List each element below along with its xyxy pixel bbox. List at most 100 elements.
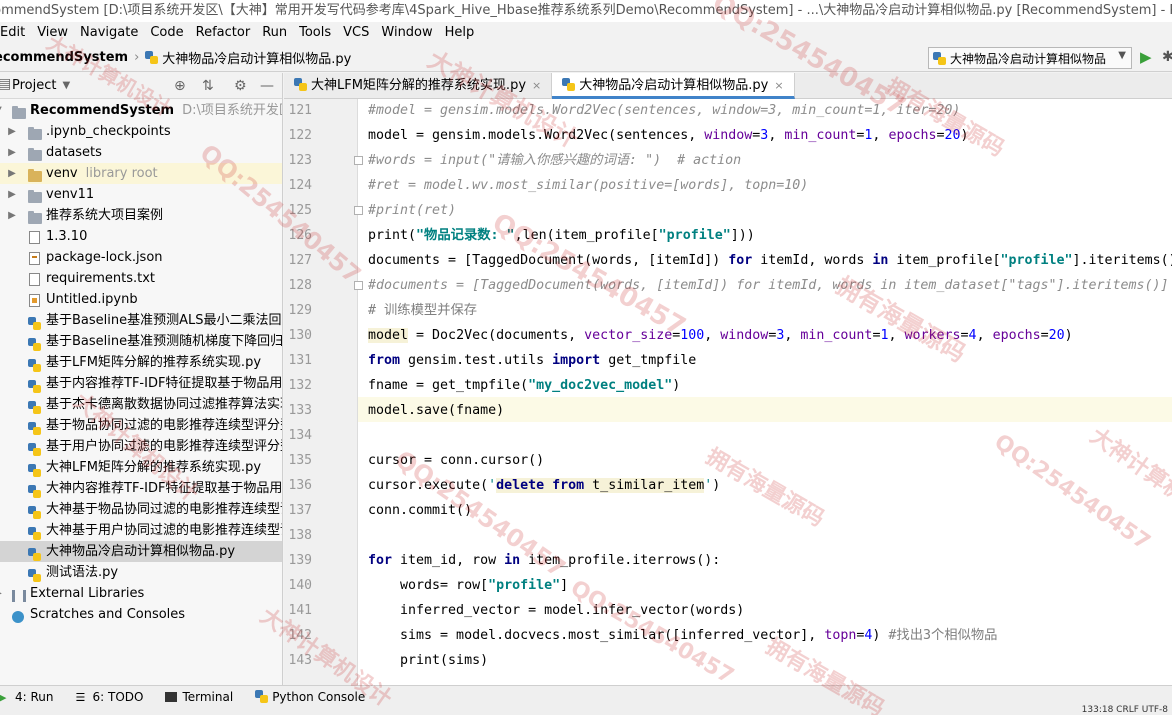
chevron-right-icon[interactable]: ▶ — [6, 184, 18, 205]
fold-marker-icon[interactable] — [354, 206, 363, 215]
tree-item[interactable]: ▶ External Libraries — [0, 583, 282, 604]
run-icon[interactable]: ▶ — [1140, 49, 1156, 65]
chevron-right-icon[interactable]: ▶ — [0, 583, 4, 604]
code-line[interactable]: #words = input("请输入你感兴趣的词语: ") # action — [368, 148, 741, 173]
chevron-down-icon[interactable]: ▼ — [62, 80, 70, 91]
fold-marker-icon[interactable] — [354, 281, 363, 290]
tool-run[interactable]: ▶ 4: Run — [0, 690, 54, 704]
tool-terminal[interactable]: Terminal — [165, 690, 233, 704]
fold-marker-icon[interactable] — [354, 156, 363, 165]
notebook-file-icon — [28, 293, 42, 307]
tree-item[interactable]: 基于Baseline基准预测随机梯度下降回归模型 — [0, 331, 282, 352]
code-token: 20 — [944, 128, 961, 143]
folder-icon — [28, 125, 42, 140]
tree-item[interactable]: 1.3.10 — [0, 226, 282, 247]
code-line[interactable]: fname = get_tmpfile("my_doc2vec_model") — [368, 373, 680, 398]
tree-item-name: 基于杰卡德离散数据协同过滤推荐算法实现.p — [46, 397, 283, 412]
tree-item[interactable]: 大神物品冷启动计算相似物品.py — [0, 541, 282, 562]
code-line[interactable]: print(sims) — [368, 648, 488, 673]
collapse-icon[interactable]: ⇅ — [202, 78, 214, 94]
navigation-bar: ecommendSystem › 大神物品冷启动计算相似物品.py 大神物品冷启… — [0, 44, 1172, 72]
tree-item[interactable]: package-lock.json — [0, 247, 282, 268]
tree-item-label: venv library root — [46, 163, 158, 184]
code-token: cursor = conn.cursor() — [368, 453, 545, 468]
tree-item[interactable]: 基于LFM矩阵分解的推荐系统实现.py — [0, 352, 282, 373]
tree-item[interactable]: 大神基于用户协同过滤的电影推荐连续型评分 — [0, 520, 282, 541]
menu-vcs[interactable]: VCS — [337, 22, 375, 44]
tree-item[interactable]: ▶ venv11 — [0, 184, 282, 205]
tree-item[interactable]: 基于内容推荐TF-IDF特征提取基于物品用户画 — [0, 373, 282, 394]
tree-item[interactable]: ▶ venv library root — [0, 163, 282, 184]
code-token: t_similar_item — [584, 478, 705, 493]
close-icon[interactable]: × — [532, 79, 541, 92]
chevron-right-icon[interactable]: ▶ — [6, 163, 18, 184]
nav-file[interactable]: 大神物品冷启动计算相似物品.py — [162, 48, 351, 67]
code-token: ) — [672, 378, 681, 393]
chevron-down-icon[interactable]: ▼ — [0, 100, 4, 121]
tree-item[interactable]: 基于杰卡德离散数据协同过滤推荐算法实现.p — [0, 394, 283, 415]
tree-item[interactable]: requirements.txt — [0, 268, 282, 289]
code-line[interactable]: conn.commit() — [368, 498, 472, 523]
chevron-right-icon[interactable]: ▶ — [6, 205, 18, 226]
menu-refactor[interactable]: Refactor — [190, 22, 257, 44]
menu-navigate[interactable]: Navigate — [74, 22, 144, 44]
run-configuration-select[interactable]: 大神物品冷启动计算相似物品 ▼ — [928, 47, 1132, 69]
code-line[interactable]: model.save(fname) — [368, 398, 504, 423]
tab-lfm[interactable]: 大神LFM矩阵分解的推荐系统实现.py × — [284, 73, 553, 99]
nav-project[interactable]: ecommendSystem — [0, 50, 128, 65]
code-line[interactable]: inferred_vector = model.infer_vector(wor… — [368, 598, 744, 623]
code-line[interactable]: words= row["profile"] — [368, 573, 568, 598]
code-line[interactable]: cursor.execute('delete from t_similar_it… — [368, 473, 720, 498]
close-icon[interactable]: × — [774, 79, 783, 92]
code-editor[interactable]: 121 122 123 124 125 126 127 128 129 130 131 132 133 1… — [284, 99, 1172, 685]
tree-item[interactable]: 基于物品协同过滤的电影推荐连续型评分型.p — [0, 415, 282, 436]
menu-edit[interactable]: Edit — [0, 22, 31, 44]
minimize-icon[interactable]: — — [260, 78, 274, 94]
code-line[interactable]: model = Doc2Vec(documents, vector_size = 1… — [368, 323, 1073, 348]
tree-item[interactable]: Scratches and Consoles — [0, 604, 282, 625]
tree-item[interactable]: 大神内容推荐TF-IDF特征提取基于物品用户画 — [0, 478, 282, 499]
code-line[interactable]: for item_id, row in item_profile.iterrow… — [368, 548, 720, 573]
menu-run[interactable]: Run — [256, 22, 293, 44]
tool-python-console[interactable]: Python Console — [255, 690, 365, 704]
tree-item[interactable]: 大神基于物品协同过滤的电影推荐连续型评分 — [0, 499, 282, 520]
code-line[interactable]: # 训练模型并保存 — [368, 298, 477, 323]
menu-help[interactable]: Help — [439, 22, 481, 44]
tree-item[interactable]: ▼ RecommendSystem D:\项目系统开发区\【大 — [0, 100, 282, 121]
code-line[interactable]: documents = [TaggedDocument(words, [item… — [368, 248, 1172, 273]
project-panel-title[interactable]: Project — [12, 78, 56, 93]
debug-icon[interactable]: ✱ — [1162, 49, 1172, 65]
chevron-right-icon[interactable]: ▶ — [6, 142, 18, 163]
cursor-position[interactable]: 133:18 CRLF UTF-8 — [1082, 705, 1168, 715]
code-line[interactable]: #print(ret) — [368, 198, 456, 223]
code-token: conn.commit() — [368, 503, 473, 518]
line-number: 138 — [288, 528, 312, 543]
tree-item[interactable]: 基于Baseline基准预测ALS最小二乘法回归模 — [0, 310, 282, 331]
tree-item[interactable]: ▶ datasets — [0, 142, 282, 163]
menu-tools[interactable]: Tools — [293, 22, 337, 44]
code-line[interactable]: #documents = [TaggedDocument(words, [ite… — [368, 273, 1169, 298]
tree-item[interactable]: ▶ 推荐系统大项目案例 — [0, 205, 282, 226]
tree-item[interactable]: Untitled.ipynb — [0, 289, 282, 310]
code-line[interactable]: #model = gensim.models.Word2Vec(sentence… — [368, 99, 960, 123]
tree-item[interactable]: 大神LFM矩阵分解的推荐系统实现.py — [0, 457, 282, 478]
code-token: , — [976, 328, 993, 343]
code-line[interactable]: cursor = conn.cursor() — [368, 448, 544, 473]
target-icon[interactable]: ⊕ — [174, 78, 186, 94]
code-line[interactable]: sims = model.docvecs.most_similar([infer… — [368, 623, 997, 648]
tab-item-cold-start[interactable]: 大神物品冷启动计算相似物品.py × — [552, 73, 795, 99]
code-line[interactable]: from gensim.test.utils import get_tmpfil… — [368, 348, 696, 373]
menu-view[interactable]: View — [31, 22, 74, 44]
tool-todo[interactable]: ☰ 6: TODO — [76, 690, 144, 704]
menu-window[interactable]: Window — [375, 22, 438, 44]
gear-icon[interactable]: ⚙ — [234, 78, 247, 94]
code-line[interactable]: print("物品记录数: ",len(item_profile["profil… — [368, 223, 755, 248]
tree-item[interactable]: 测试语法.py — [0, 562, 282, 583]
code-token: "my_doc2vec_model" — [528, 378, 673, 393]
code-line[interactable]: model = gensim.models.Word2Vec(sentences… — [368, 123, 969, 148]
tree-item[interactable]: ▶ .ipynb_checkpoints — [0, 121, 282, 142]
chevron-right-icon[interactable]: ▶ — [6, 121, 18, 142]
menu-code[interactable]: Code — [144, 22, 189, 44]
tree-item[interactable]: 基于用户协同过滤的电影推荐连续型评分型.p — [0, 436, 282, 457]
code-line[interactable]: #ret = model.wv.most_similar(positive=[w… — [368, 173, 808, 198]
